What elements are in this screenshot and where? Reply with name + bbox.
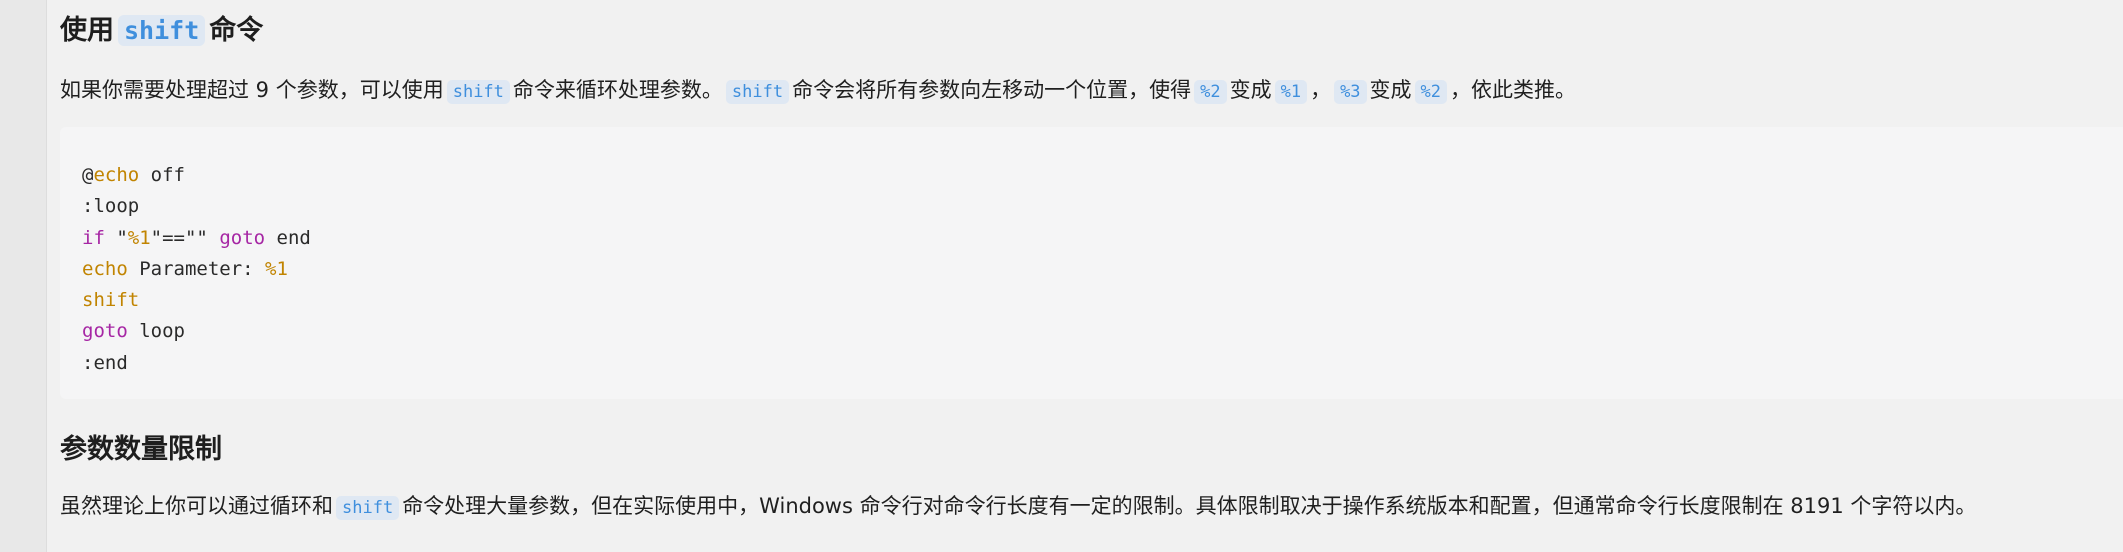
code-token: Parameter: (127, 257, 266, 280)
inline-code: %2 (1194, 80, 1227, 104)
text: 变成 (1369, 78, 1412, 102)
code-token: goto (82, 320, 128, 343)
code-block[interactable]: @echo off :loop if "%1"=="" goto end ech… (60, 127, 2123, 399)
inline-code: shift (336, 496, 400, 520)
code-token: shift (82, 289, 140, 312)
text: 命令会将所有参数向左移动一个位置，使得 (792, 78, 1192, 102)
inline-code: %1 (1274, 80, 1308, 104)
left-gutter (0, 0, 47, 552)
code-token: echo (82, 257, 128, 280)
code-token: off (139, 164, 185, 186)
text: ， (1310, 78, 1332, 102)
heading-inline-code: shift (118, 15, 206, 46)
text: 虽然理论上你可以通过循环和 (60, 494, 333, 518)
heading-text: 命令 (209, 15, 264, 46)
text: 命令处理大量参数，但在实际使用中，Windows 命令行对命令行长度有一定的限制… (402, 494, 1977, 518)
code-token: end (265, 226, 311, 249)
code-token: if (82, 226, 105, 249)
code-token: goto (219, 226, 266, 249)
inline-code: shift (725, 80, 790, 104)
text: ，依此类推。 (1450, 78, 1577, 102)
article-content: 使用 shift 命令 如果你需要处理超过 9 个参数，可以使用 shift 命令来循环… (60, 0, 2123, 552)
code-listing[interactable]: @echo off :loop if "%1"=="" goto end ech… (82, 160, 311, 379)
shift-description: 如果你需要处理超过 9 个参数，可以使用 shift 命令来循环处理参数。 shift… (60, 75, 1576, 107)
code-token: %1 (127, 226, 151, 249)
code-token: :loop (82, 195, 140, 218)
code-token: " (104, 226, 128, 249)
inline-code: %2 (1414, 80, 1448, 104)
code-token: loop (127, 320, 185, 343)
code-token: @ (82, 164, 94, 186)
heading-use-shift: 使用 shift 命令 (60, 13, 263, 49)
code-token: echo (93, 164, 140, 186)
text: 命令来循环处理参数。 (512, 78, 723, 102)
inline-code: %3 (1334, 80, 1367, 104)
heading-param-limit: 参数数量限制 (60, 434, 222, 465)
inline-code: shift (446, 80, 510, 104)
code-token: %1 (265, 257, 288, 280)
text: 如果你需要处理超过 9 个参数，可以使用 (60, 78, 444, 102)
code-token: :end (82, 351, 128, 374)
heading-text: 使用 (60, 15, 114, 46)
text: 变成 (1229, 78, 1272, 102)
limit-description: 虽然理论上你可以通过循环和 shift 命令处理大量参数，但在实际使用中，Windo… (60, 491, 1976, 523)
code-token: "=="" (150, 226, 220, 249)
